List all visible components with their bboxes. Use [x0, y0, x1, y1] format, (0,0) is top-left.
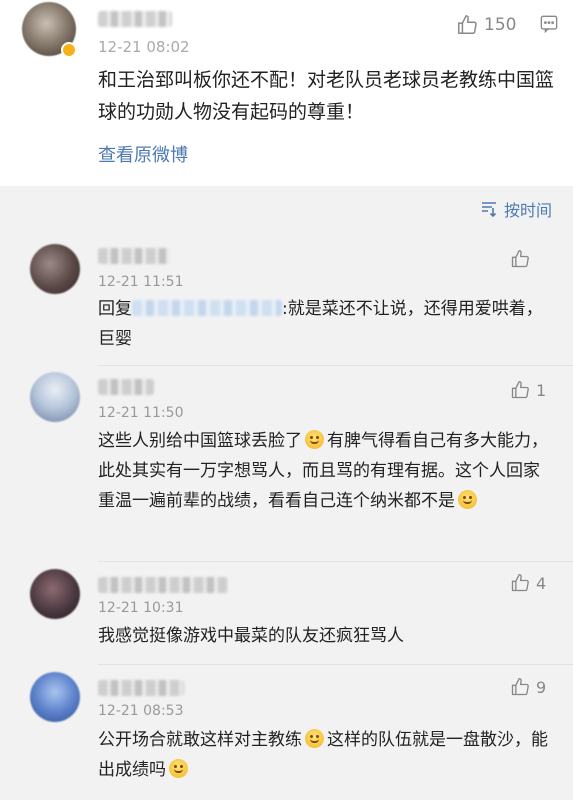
thumbs-up-icon	[458, 15, 477, 34]
like-button[interactable]: 150	[456, 14, 516, 36]
sort-label: 按时间	[504, 201, 553, 220]
comment-time: 12-21 10:31	[98, 600, 184, 616]
sort-icon	[482, 202, 497, 217]
view-original-link[interactable]: 查看原微博	[98, 141, 188, 167]
thumbs-up-icon	[511, 678, 529, 696]
smile-emoji-icon	[305, 430, 324, 449]
comment-time: 12-21 11:51	[98, 274, 184, 290]
main-comment-card: 12-21 08:02 150 和王治郅叫板你还不配！对老队员老球员老教练中国篮…	[0, 0, 573, 186]
thumbs-up-icon	[511, 381, 529, 399]
thumbs-up-icon	[511, 250, 529, 268]
comment-time: 12-21 11:50	[98, 405, 184, 421]
avatar[interactable]	[30, 372, 80, 422]
comment-text: 公开场合就敢这样对主教练 这样的队伍就是一盘散沙，能出成绩吗	[98, 725, 553, 785]
comment-text-part: 这些人别给中国篮球丢脸了	[98, 431, 302, 451]
thinking-emoji-icon	[169, 759, 188, 778]
like-button[interactable]: 4	[510, 573, 546, 593]
thumbs-up-icon	[511, 574, 529, 592]
like-count: 4	[536, 573, 547, 593]
comment-text: 和王治郅叫板你还不配！对老队员老球员老教练中国篮球的功勋人物没有起码的尊重！	[98, 69, 555, 123]
comment-text: 这些人别给中国篮球丢脸了 有脾气得看自己有多大能力，此处其实有一万字想骂人，而且骂…	[98, 426, 553, 516]
username-blurred[interactable]	[98, 379, 154, 395]
like-count: 150	[484, 15, 517, 35]
username-blurred[interactable]	[98, 11, 172, 27]
avatar[interactable]	[30, 569, 80, 619]
like-button[interactable]: 9	[510, 677, 546, 697]
like-button[interactable]: 1	[510, 380, 546, 400]
smile-emoji-icon	[458, 490, 477, 509]
comment-text: 回复:就是菜还不让说，还得用爱哄着，巨婴	[98, 294, 553, 354]
comment-time: 12-21 08:02	[98, 38, 190, 56]
sleepy-emoji-icon	[305, 729, 324, 748]
reply-mention-blurred[interactable]	[132, 300, 282, 316]
username-blurred[interactable]	[98, 577, 228, 593]
sort-by-time-button[interactable]: 按时间	[480, 197, 552, 221]
comment-text: 我感觉挺像游戏中最菜的队友还疯狂骂人	[98, 626, 404, 646]
avatar[interactable]	[30, 672, 80, 722]
comment-text-part: 公开场合就敢这样对主教练	[98, 730, 302, 750]
more-icon[interactable]	[540, 15, 558, 33]
divider	[98, 664, 573, 665]
like-count: 9	[536, 677, 547, 697]
like-button[interactable]	[510, 249, 536, 269]
username-blurred[interactable]	[98, 680, 184, 696]
comment-time: 12-21 08:53	[98, 703, 184, 719]
verified-badge-icon	[61, 42, 77, 58]
divider	[98, 561, 573, 562]
divider	[98, 365, 573, 366]
like-count: 1	[536, 380, 547, 400]
reply-prefix: 回复	[98, 299, 132, 319]
username-blurred[interactable]	[98, 248, 170, 264]
avatar[interactable]	[30, 244, 80, 294]
